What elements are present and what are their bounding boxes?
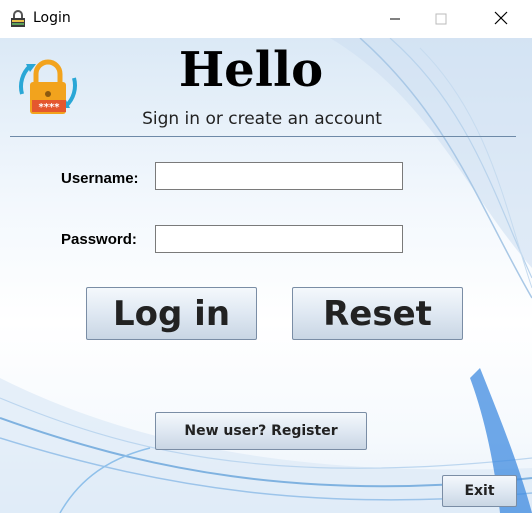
minimize-icon bbox=[389, 10, 401, 29]
register-button[interactable]: New user? Register bbox=[155, 412, 367, 450]
login-window: Login **** Hello Sign in or create an ac… bbox=[0, 0, 532, 513]
maximize-icon bbox=[435, 10, 447, 29]
maximize-button[interactable] bbox=[418, 0, 464, 38]
padlock-icon bbox=[9, 10, 27, 28]
header-divider bbox=[10, 136, 516, 137]
reset-button[interactable]: Reset bbox=[292, 287, 463, 340]
title-bar[interactable]: Login bbox=[0, 0, 532, 38]
username-input[interactable] bbox=[155, 162, 403, 190]
password-label: Password: bbox=[61, 231, 137, 248]
login-button[interactable]: Log in bbox=[86, 287, 257, 340]
password-input[interactable] bbox=[155, 225, 403, 253]
close-icon bbox=[494, 10, 508, 29]
username-label: Username: bbox=[61, 170, 139, 187]
subtitle: Sign in or create an account bbox=[142, 109, 382, 129]
login-panel: **** Hello Sign in or create an account … bbox=[0, 38, 532, 513]
close-button[interactable] bbox=[478, 0, 524, 38]
exit-button[interactable]: Exit bbox=[442, 475, 517, 507]
window-title: Login bbox=[33, 10, 71, 26]
minimize-button[interactable] bbox=[372, 0, 418, 38]
greeting-title: Hello bbox=[178, 42, 324, 98]
